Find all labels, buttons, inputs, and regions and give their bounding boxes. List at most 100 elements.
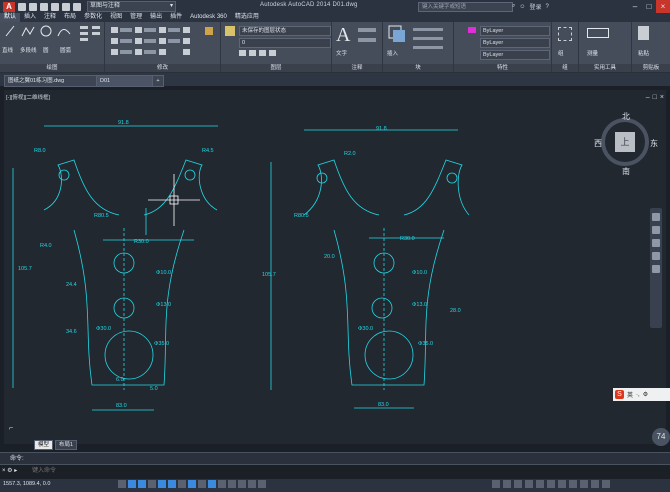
maximize-button[interactable]: □ <box>642 0 656 13</box>
layers-panel-title[interactable]: 图层 <box>221 64 331 72</box>
tab-layout1[interactable]: 布局1 <box>55 440 78 450</box>
tab-output[interactable]: 输出 <box>146 13 166 22</box>
help-icon[interactable]: ? <box>546 4 549 10</box>
ime-toolbar[interactable]: S 英 ·, ⚙ <box>613 388 670 401</box>
tab-featured-apps[interactable]: 精选应用 <box>231 13 263 22</box>
grid-display-icon[interactable] <box>138 480 146 488</box>
layer-tool-icon[interactable] <box>259 50 266 56</box>
layer-tool-icon[interactable] <box>269 50 276 56</box>
compass-east[interactable]: 东 <box>650 138 658 149</box>
group-icon[interactable] <box>558 27 572 41</box>
tab-manage[interactable]: 管理 <box>126 13 146 22</box>
transparency-icon[interactable] <box>228 480 236 488</box>
polyline-label[interactable]: 多段线 <box>20 46 37 54</box>
tab-layout[interactable]: 布局 <box>60 13 80 22</box>
annotation-monitor-icon[interactable] <box>258 480 266 488</box>
redo-icon[interactable] <box>73 2 81 11</box>
ime-punctuation-icon[interactable]: ·, <box>636 392 640 398</box>
arc-label[interactable]: 圆弧 <box>60 46 71 54</box>
pan-icon[interactable] <box>652 226 660 234</box>
ime-settings-icon[interactable]: ⚙ <box>643 391 648 398</box>
object-snap-tracking-icon[interactable] <box>188 480 196 488</box>
search-icon[interactable]: ⌕ <box>512 3 515 10</box>
workspace-dropdown[interactable]: 草图与注释 <box>87 1 176 12</box>
tab-model[interactable]: 模型 <box>34 440 54 450</box>
block-panel-title[interactable]: 块 <box>383 64 453 72</box>
color-swatch[interactable] <box>468 27 476 33</box>
lineweight-icon[interactable] <box>218 480 226 488</box>
measure-label[interactable]: 测量 <box>587 49 598 57</box>
circle-label[interactable]: 圆 <box>43 46 49 54</box>
text-icon[interactable]: A <box>336 24 350 47</box>
user-icon[interactable]: ☺ <box>519 4 525 10</box>
dynamic-input-icon[interactable] <box>208 480 216 488</box>
save-icon[interactable] <box>40 2 48 11</box>
polar-tracking-icon[interactable] <box>158 480 166 488</box>
paste-label[interactable]: 粘贴 <box>638 49 649 57</box>
tab-insert[interactable]: 插入 <box>20 13 40 22</box>
workspace-switching-icon[interactable] <box>547 480 555 488</box>
zoom-icon[interactable] <box>652 239 660 247</box>
object-snap-icon[interactable] <box>168 480 176 488</box>
paste-icon[interactable] <box>638 26 649 40</box>
zoom-badge[interactable]: 74 <box>652 428 670 446</box>
compass-west[interactable]: 西 <box>594 138 602 149</box>
tab-plugins[interactable]: 插件 <box>166 13 186 22</box>
viewcube-top-face[interactable]: 上 <box>615 132 635 152</box>
layer-tool-icon[interactable] <box>249 50 256 56</box>
layer-state-dropdown[interactable]: 未保存的图层状态 <box>239 26 331 36</box>
command-line-icons[interactable]: × ⚙ ▸ <box>2 467 17 474</box>
groups-panel-title[interactable]: 组 <box>552 64 578 72</box>
clean-screen-icon[interactable] <box>602 480 610 488</box>
tab-parametric[interactable]: 参数化 <box>80 13 106 22</box>
model-space-icon[interactable] <box>492 480 500 488</box>
linetype-dropdown[interactable]: ByLayer <box>480 50 550 60</box>
text-label[interactable]: 文字 <box>336 49 347 57</box>
selection-cycling-icon[interactable] <box>248 480 256 488</box>
tab-annotate[interactable]: 注释 <box>40 13 60 22</box>
leader-icon[interactable] <box>358 38 376 42</box>
snap-mode-icon[interactable] <box>128 480 136 488</box>
annotation-visibility-icon[interactable] <box>536 480 544 488</box>
line-label[interactable]: 直线 <box>2 46 13 54</box>
minimize-button[interactable]: – <box>628 0 642 13</box>
tab-view[interactable]: 视图 <box>106 13 126 22</box>
clipboard-panel-title[interactable]: 剪贴板 <box>632 64 670 72</box>
sogou-icon[interactable]: S <box>615 390 624 399</box>
measure-icon[interactable] <box>587 28 609 38</box>
layer-properties-icon[interactable] <box>225 26 235 36</box>
annotation-panel-title[interactable]: 注释 <box>332 64 382 72</box>
undo-icon[interactable] <box>62 2 70 11</box>
new-file-icon[interactable] <box>18 2 26 11</box>
3d-object-snap-icon[interactable] <box>178 480 186 488</box>
search-input[interactable]: 键入关键字或短语 <box>418 2 513 12</box>
command-input[interactable] <box>28 465 596 476</box>
sign-in-link[interactable]: 登录 <box>530 2 542 11</box>
app-menu-button[interactable]: A <box>3 1 15 12</box>
tab-default[interactable]: 默认 <box>0 13 21 22</box>
print-icon[interactable] <box>51 2 59 11</box>
steering-wheel-icon[interactable] <box>652 213 660 221</box>
close-button[interactable]: × <box>656 0 670 13</box>
lineweight-dropdown[interactable]: ByLayer <box>480 38 550 48</box>
draw-panel-title[interactable]: 绘图 <box>0 64 104 72</box>
lock-ui-icon[interactable] <box>558 480 566 488</box>
compass-south[interactable]: 南 <box>622 166 630 177</box>
hardware-acceleration-icon[interactable] <box>569 480 577 488</box>
annotation-scale-icon[interactable] <box>525 480 533 488</box>
quick-properties-icon[interactable] <box>238 480 246 488</box>
quick-view-drawings-icon[interactable] <box>514 480 522 488</box>
compass-north[interactable]: 北 <box>622 111 630 122</box>
utilities-panel-title[interactable]: 实用工具 <box>579 64 631 72</box>
insert-label[interactable]: 插入 <box>387 49 398 57</box>
customization-icon[interactable] <box>591 480 599 488</box>
properties-panel-title[interactable]: 特性 <box>454 64 551 72</box>
modify-panel-title[interactable]: 修改 <box>105 64 220 72</box>
infer-constraints-icon[interactable] <box>118 480 126 488</box>
current-layer-dropdown[interactable]: 0 <box>239 38 331 48</box>
showmotion-icon[interactable] <box>652 265 660 273</box>
open-file-icon[interactable] <box>29 2 37 11</box>
color-dropdown[interactable]: ByLayer <box>480 26 550 36</box>
tab-autodesk-360[interactable]: Autodesk 360 <box>186 13 231 22</box>
viewcube[interactable]: 上 北 南 东 西 <box>594 111 658 177</box>
